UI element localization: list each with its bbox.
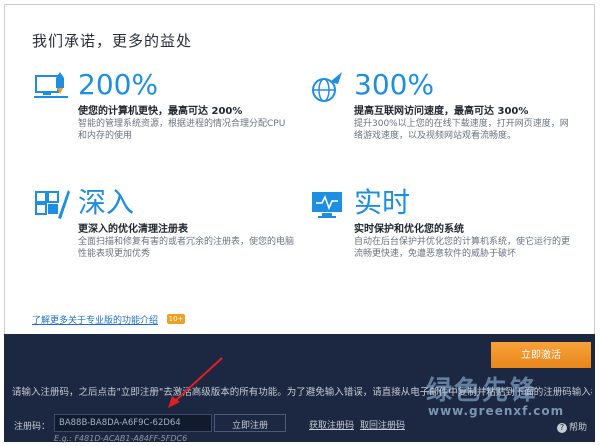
help-label: 帮助 bbox=[568, 423, 587, 433]
feature-internet-subtitle: 提高互联网访问速度，最高可达 300% bbox=[354, 106, 529, 117]
registration-code-label: 注册码： bbox=[14, 422, 51, 432]
feature-speed-value: 200% bbox=[78, 68, 159, 101]
feature-internet-description: 提升300%以上您的在线下载速度，打开网页速度，网络游戏速度，以及视频网站观看流… bbox=[354, 119, 569, 141]
learn-more-link[interactable]: 了解更多关于专业版的功能介绍 bbox=[32, 313, 158, 326]
activation-panel: 立即激活 绿色先锋 www.greenxf.com 请输入注册码，之后点击"立即… bbox=[4, 334, 595, 443]
retrieve-code-link[interactable]: 取回注册码 bbox=[360, 418, 405, 431]
help-icon: ? bbox=[556, 422, 567, 433]
registration-code-input[interactable]: BA88B-BA8DA-A6F9C-62D64 bbox=[54, 414, 212, 432]
version-badge: 10+ bbox=[167, 314, 185, 324]
red-arrow-annotation bbox=[168, 357, 223, 408]
globe-rocket-icon bbox=[312, 72, 342, 102]
feature-internet: 300% 提高互联网访问速度，最高可达 300% 提升300%以上您的在线下载速… bbox=[310, 70, 580, 150]
help-link[interactable]: ? 帮助 bbox=[556, 420, 587, 433]
activate-now-button[interactable]: 立即激活 bbox=[491, 342, 591, 368]
feature-realtime-value: 实时 bbox=[354, 186, 411, 219]
feature-realtime-description: 自动在后台保护并优化您的计算机系统，使它运行的更流畅更快速，免遭恶意软件的威胁于… bbox=[354, 237, 571, 259]
code-example: E.g.: F481D-ACAB1-A84FF-5FDC6 bbox=[54, 434, 188, 443]
page-heading: 我们承诺，更多的益处 bbox=[32, 32, 193, 50]
registry-cleaner-icon bbox=[35, 190, 70, 219]
register-now-button[interactable]: 立即注册 bbox=[214, 414, 286, 432]
feature-speed: 200% 使您的计算机更快，最高可达 200% 智能的管理系统资源，根据进程的情… bbox=[34, 70, 294, 150]
feature-registry-description: 全面扫描和修复有害的或者冗余的注册表，使您的电脑性能表现更加优秀 bbox=[78, 237, 295, 259]
feature-speed-description: 智能的管理系统资源，根据进程的情况合理分配CPU和内存的使用 bbox=[78, 119, 286, 141]
feature-registry-subtitle: 更深入的优化清理注册表 bbox=[78, 224, 188, 235]
get-code-link[interactable]: 获取注册码 bbox=[309, 418, 354, 431]
computer-rocket-icon bbox=[34, 72, 68, 98]
feature-registry-value: 深入 bbox=[78, 186, 135, 219]
feature-speed-subtitle: 使您的计算机更快，最高可达 200% bbox=[78, 106, 243, 117]
feature-internet-value: 300% bbox=[354, 68, 435, 101]
feature-realtime-subtitle: 实时保护和优化您的系统 bbox=[354, 224, 464, 235]
activation-instructions: 请输入注册码，之后点击"立即注册"去激活高级版本的所有功能。为了避免输入错误，请… bbox=[12, 387, 592, 398]
watermark-url: www.greenxf.com bbox=[428, 404, 565, 418]
feature-realtime: 实时 实时保护和优化您的系统 自动在后台保护并优化您的计算机系统，使它运行的更流… bbox=[310, 188, 580, 268]
feature-registry: 深入 更深入的优化清理注册表 全面扫描和修复有害的或者冗余的注册表，使您的电脑性… bbox=[34, 188, 294, 268]
monitor-pulse-icon bbox=[312, 192, 342, 218]
